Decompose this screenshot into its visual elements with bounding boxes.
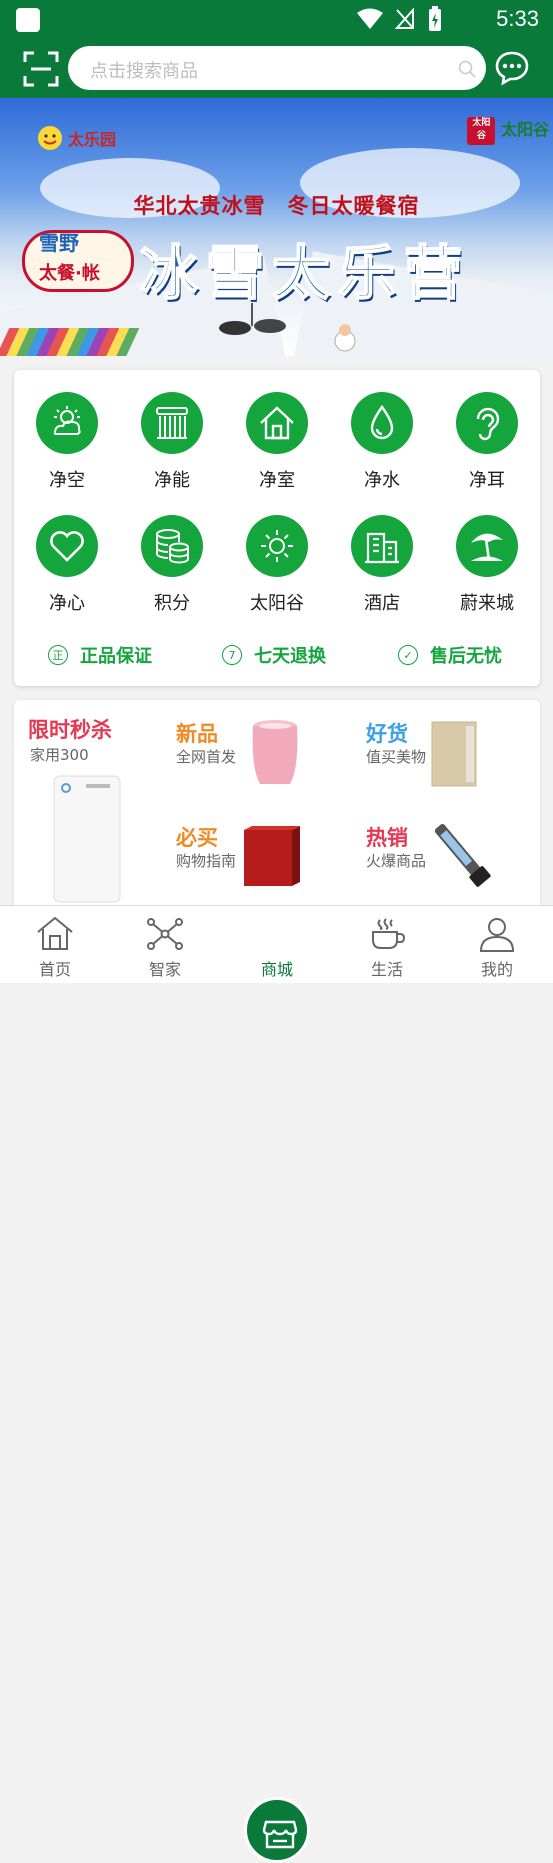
house-icon — [246, 392, 308, 454]
red-filter-box-image — [244, 826, 300, 886]
banner-tagline: 华北太贵冰雪 冬日太暖餐宿 — [133, 194, 420, 218]
authentic-icon: 正 — [48, 645, 68, 665]
category-panel: 净空 净能 净室 净水 净耳 净心 积分 太阳谷 酒店 蔚来城 正 正品保证 7… — [14, 370, 540, 686]
sun-icon — [246, 515, 308, 577]
filter-cartridge-image — [434, 824, 491, 887]
category-jingshui[interactable]: 净水 — [337, 392, 427, 492]
ear-icon — [456, 392, 518, 454]
person-icon — [479, 918, 515, 952]
top-bar: 点击搜索商品 — [0, 40, 553, 98]
heart-icon — [36, 515, 98, 577]
category-jinger[interactable]: 净耳 — [442, 392, 532, 492]
building-icon — [351, 515, 413, 577]
category-weilaicheng[interactable]: 蔚来城 — [442, 515, 532, 615]
tab-life[interactable]: 生活 — [332, 906, 442, 984]
search-icon — [458, 60, 476, 78]
category-jingneng[interactable]: 净能 — [127, 392, 217, 492]
coffee-icon — [372, 918, 406, 949]
water-purifier-image — [431, 721, 477, 787]
promo-banner[interactable]: 太乐园 太阳谷 太阳谷 华北太贵冰雪 冬日太暖餐宿 雪野 太餐·帐 冰雪太乐营 — [0, 98, 553, 356]
bottom-tab-bar: 首页 智家 商城 生活 我的 — [0, 905, 553, 1863]
store-icon — [262, 1820, 298, 1849]
category-jingkong[interactable]: 净空 — [22, 392, 112, 492]
status-bar: 5:33 — [0, 0, 553, 40]
notification-icon — [16, 8, 40, 32]
seven-day-icon: 7 — [222, 645, 242, 665]
air-purifier-image — [53, 775, 121, 903]
snow-tubes-illustration — [219, 303, 286, 335]
home-icon — [37, 916, 73, 950]
pink-purifier-image — [252, 720, 298, 784]
banner-title: 冰雪太乐营 — [139, 238, 471, 308]
sun-cloud-icon — [36, 392, 98, 454]
category-jifen[interactable]: 积分 — [127, 515, 217, 615]
tab-smart-home[interactable]: 智家 — [110, 906, 220, 984]
solar-heater-icon — [141, 392, 203, 454]
coins-icon — [141, 515, 203, 577]
taiyanggu-logo: 太阳谷 太阳谷 — [467, 116, 549, 145]
battery-icon — [429, 6, 441, 31]
category-jiudian[interactable]: 酒店 — [337, 515, 427, 615]
search-placeholder: 点击搜索商品 — [90, 61, 198, 82]
beach-umbrella-icon — [456, 515, 518, 577]
guarantee-seven-day-return: 7 七天退换 — [222, 642, 326, 668]
category-jingxin[interactable]: 净心 — [22, 515, 112, 615]
network-icon — [147, 918, 183, 950]
wifi-icon — [357, 8, 383, 29]
status-icons — [357, 6, 443, 32]
tab-mall[interactable]: 商城 — [222, 906, 332, 984]
snowman-icon — [334, 324, 356, 352]
guarantee-authentic: 正 正品保证 — [48, 642, 152, 668]
promo-grid: 限时秒杀 家用300 新品 全网首发 好货 值买美物 必买 购物指南 热销 火爆… — [14, 700, 540, 920]
water-drop-icon — [351, 392, 413, 454]
check-icon: ✓ — [398, 645, 418, 665]
snow-tube-track — [0, 328, 140, 356]
category-taiyanggu[interactable]: 太阳谷 — [232, 515, 322, 615]
no-signal-icon — [395, 8, 414, 29]
banner-badge: 雪野 太餐·帐 — [22, 230, 134, 292]
tab-home[interactable]: 首页 — [0, 906, 110, 984]
search-input[interactable]: 点击搜索商品 — [68, 46, 486, 90]
guarantee-after-sales: ✓ 售后无忧 — [398, 642, 502, 668]
status-time: 5:33 — [496, 6, 539, 31]
taileyuan-logo: 太乐园 — [12, 112, 117, 167]
category-jingshi[interactable]: 净室 — [232, 392, 322, 492]
chat-icon[interactable] — [494, 50, 530, 86]
scan-icon[interactable] — [22, 50, 60, 88]
tab-mine[interactable]: 我的 — [442, 906, 552, 984]
svg-text:太乐园: 太乐园 — [67, 130, 116, 149]
store-fab[interactable] — [244, 1797, 310, 1863]
